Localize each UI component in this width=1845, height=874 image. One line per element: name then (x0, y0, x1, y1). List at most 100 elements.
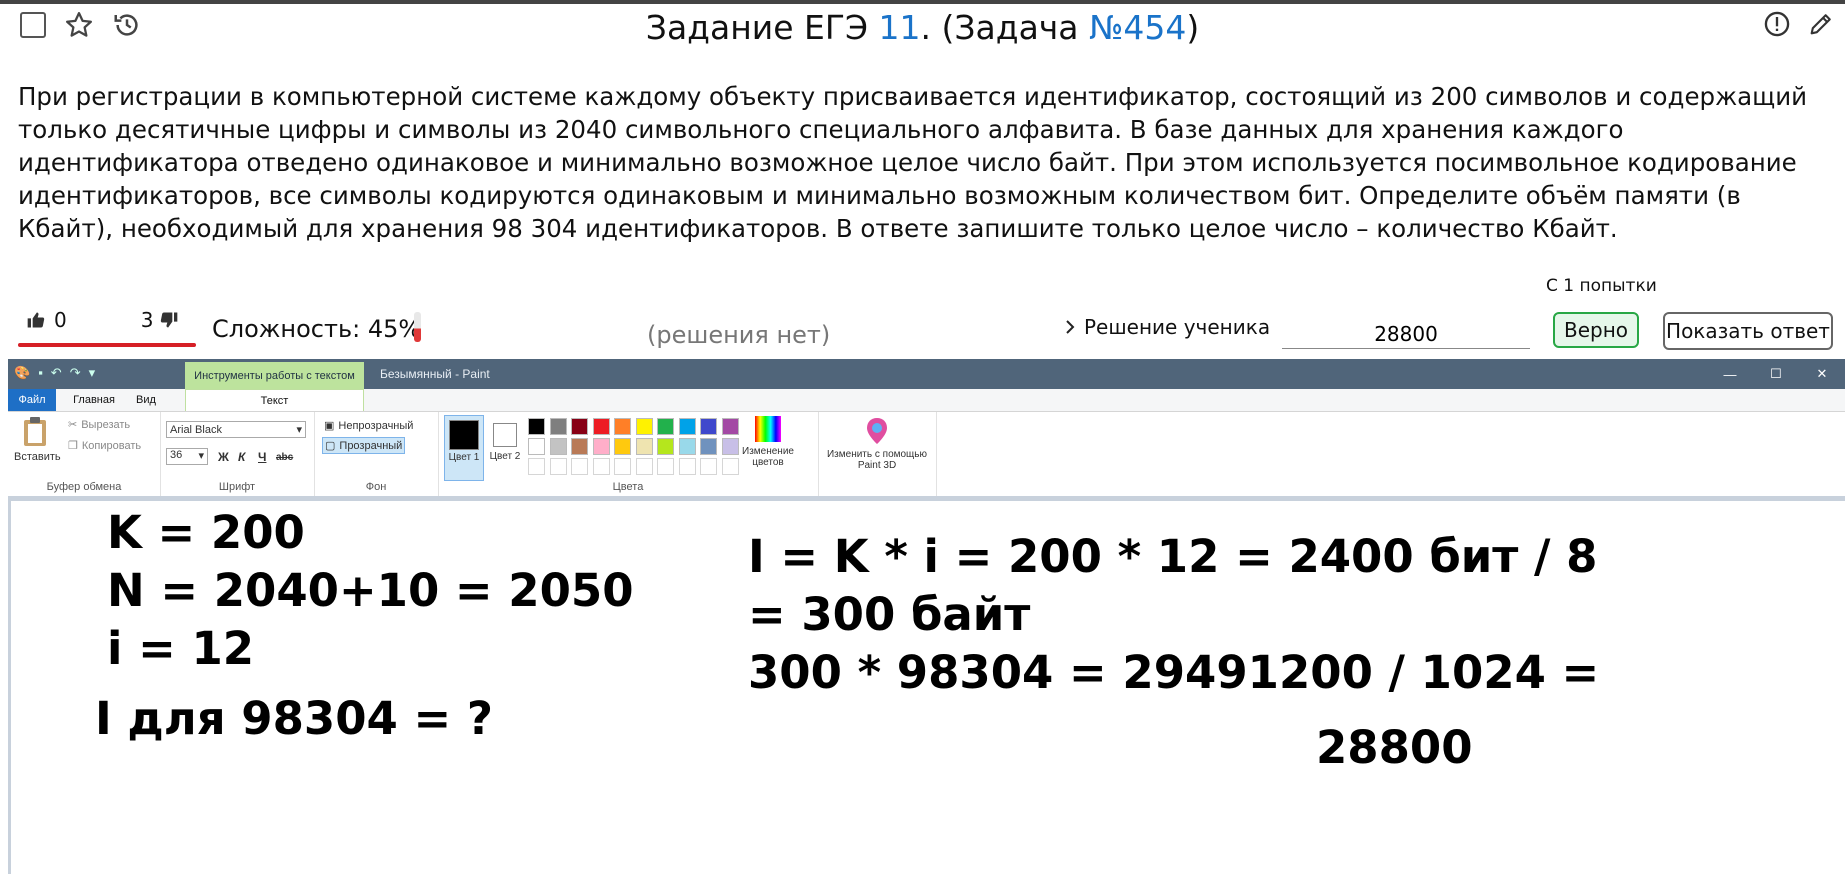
difficulty-label: Сложность: 45% (212, 315, 422, 343)
palette-swatch[interactable] (528, 458, 545, 475)
drawing-canvas[interactable]: K = 200 N = 2040+10 = 2050 i = 12 I для … (11, 501, 1845, 874)
page-title: Задание ЕГЭ 11. (Задача №454) (0, 8, 1845, 47)
customize-icon[interactable]: ▾ (89, 365, 96, 381)
paint3d-label: Изменить с помощью Paint 3D (826, 449, 927, 471)
palette-swatch[interactable] (635, 438, 653, 455)
palette-swatch[interactable] (657, 438, 674, 455)
paint3d-icon (867, 418, 887, 444)
problem-id-link[interactable]: №454 (1089, 8, 1186, 47)
palette-swatch[interactable] (592, 458, 610, 475)
palette-swatch[interactable] (678, 418, 696, 435)
color2-swatch (493, 423, 517, 447)
student-solution-toggle[interactable]: Решение ученика (1064, 315, 1270, 339)
undo-icon[interactable]: ↶ (51, 365, 62, 381)
canvas-line-calc2: = 300 байт (748, 588, 1031, 641)
rainbow-icon (755, 416, 781, 442)
palette-swatch[interactable] (614, 458, 631, 475)
report-icon[interactable] (1763, 10, 1791, 38)
colors-group-label: Цвета (612, 481, 644, 493)
palette-swatch[interactable] (635, 458, 653, 475)
palette-swatch[interactable] (592, 418, 610, 435)
correct-button[interactable]: Верно (1553, 312, 1639, 348)
redo-icon[interactable]: ↷ (70, 365, 81, 381)
palette-swatch[interactable] (678, 438, 696, 455)
opaque-option[interactable]: ▣ Непрозрачный (324, 419, 414, 433)
tab-text[interactable]: Текст (185, 389, 364, 411)
palette-swatch[interactable] (678, 458, 696, 475)
colors-group: Цвет 1 Цвет 2 Изменение цветов Цвета (438, 412, 819, 496)
tab-view[interactable]: Вид (126, 389, 166, 411)
palette-swatch[interactable] (721, 458, 739, 475)
opaque-label: Непрозрачный (338, 419, 414, 432)
palette-swatch[interactable] (549, 418, 567, 435)
color1-label: Цвет 1 (448, 452, 480, 463)
paint3d-button[interactable]: Изменить с помощью Paint 3D (822, 416, 932, 471)
palette-swatch[interactable] (721, 418, 739, 435)
copy-icon: ❐ (68, 440, 78, 452)
save-icon[interactable]: ▪ (38, 365, 43, 381)
maximize-icon[interactable]: ☐ (1753, 359, 1799, 389)
copy-label: Копировать (81, 439, 142, 452)
cut-button[interactable]: ✂ Вырезать (68, 418, 131, 432)
canvas-line-result: 28800 (1316, 721, 1473, 774)
font-family-select[interactable]: Arial Black ▾ (166, 421, 306, 438)
edit-colors-label: Изменение цветов (742, 446, 794, 468)
palette-swatch[interactable] (571, 438, 588, 455)
transparent-label: Прозрачный (339, 439, 403, 452)
palette-swatch[interactable] (571, 418, 588, 435)
background-group: ▣ Непрозрачный ▢ Прозрачный Фон (314, 412, 439, 496)
palette-swatch[interactable] (614, 438, 631, 455)
minimize-icon[interactable]: — (1707, 359, 1753, 389)
palette-swatch[interactable] (549, 458, 567, 475)
palette-swatch[interactable] (614, 418, 631, 435)
paste-button[interactable]: Вставить (14, 416, 61, 463)
bold-button[interactable]: Ж (218, 450, 229, 464)
palette-swatch[interactable] (700, 458, 717, 475)
paint-titlebar: 🎨 ▪ ↶ ↷ ▾ Инструменты работы с текстом Б… (8, 359, 1845, 389)
transparent-option[interactable]: ▢ Прозрачный (322, 437, 406, 454)
palette-swatch[interactable] (549, 438, 567, 455)
show-answer-button[interactable]: Показать ответ (1663, 312, 1833, 350)
palette-swatch[interactable] (721, 438, 739, 455)
palette-swatch[interactable] (592, 438, 610, 455)
pencil-icon[interactable] (1807, 10, 1835, 38)
palette-swatch[interactable] (657, 458, 674, 475)
quick-access-toolbar: 🎨 ▪ ↶ ↷ ▾ (14, 365, 95, 381)
palette-swatch[interactable] (528, 418, 545, 435)
text-tools-context-tab: Инструменты работы с текстом (185, 362, 364, 389)
palette-swatch[interactable] (571, 458, 588, 475)
italic-button[interactable]: К (238, 450, 245, 464)
student-solution-label: Решение ученика (1084, 315, 1271, 339)
task-number-link[interactable]: 11 (879, 8, 921, 47)
cut-label: Вырезать (81, 418, 131, 431)
paint3d-group: Изменить с помощью Paint 3D (818, 412, 937, 496)
thumbs-up-icon[interactable] (26, 310, 46, 330)
font-size-value: 36 (170, 449, 183, 461)
close-icon[interactable]: ✕ (1799, 359, 1845, 389)
ribbon-tabs: Файл Главная Вид Текст (8, 389, 1845, 412)
color1-button[interactable]: Цвет 1 (444, 415, 484, 481)
chevron-down-icon: ▾ (296, 424, 302, 436)
font-group-label: Шрифт (218, 481, 256, 493)
color1-swatch (449, 420, 479, 450)
palette-swatch[interactable] (700, 438, 717, 455)
palette-swatch[interactable] (700, 418, 717, 435)
copy-button[interactable]: ❐ Копировать (68, 439, 142, 453)
thumbs-down-icon[interactable] (159, 310, 179, 330)
font-size-select[interactable]: 36 ▾ (166, 448, 208, 465)
tab-home[interactable]: Главная (64, 389, 124, 411)
strikethrough-button[interactable]: abc (276, 452, 293, 463)
color2-label: Цвет 2 (489, 451, 521, 462)
tab-file[interactable]: Файл (8, 389, 56, 411)
palette-swatch[interactable] (528, 438, 545, 455)
palette-swatch[interactable] (657, 418, 674, 435)
edit-colors-button[interactable]: Изменение цветов (738, 416, 798, 468)
title-suffix: ) (1186, 8, 1200, 47)
palette-swatch[interactable] (635, 418, 653, 435)
window-controls: — ☐ ✕ (1707, 359, 1845, 389)
difficulty-meter (414, 312, 421, 342)
underline-button[interactable]: Ч (258, 450, 266, 464)
paint-app-icon[interactable]: 🎨 (14, 365, 30, 381)
color2-button[interactable]: Цвет 2 (486, 415, 524, 479)
answer-input[interactable] (1282, 320, 1530, 349)
